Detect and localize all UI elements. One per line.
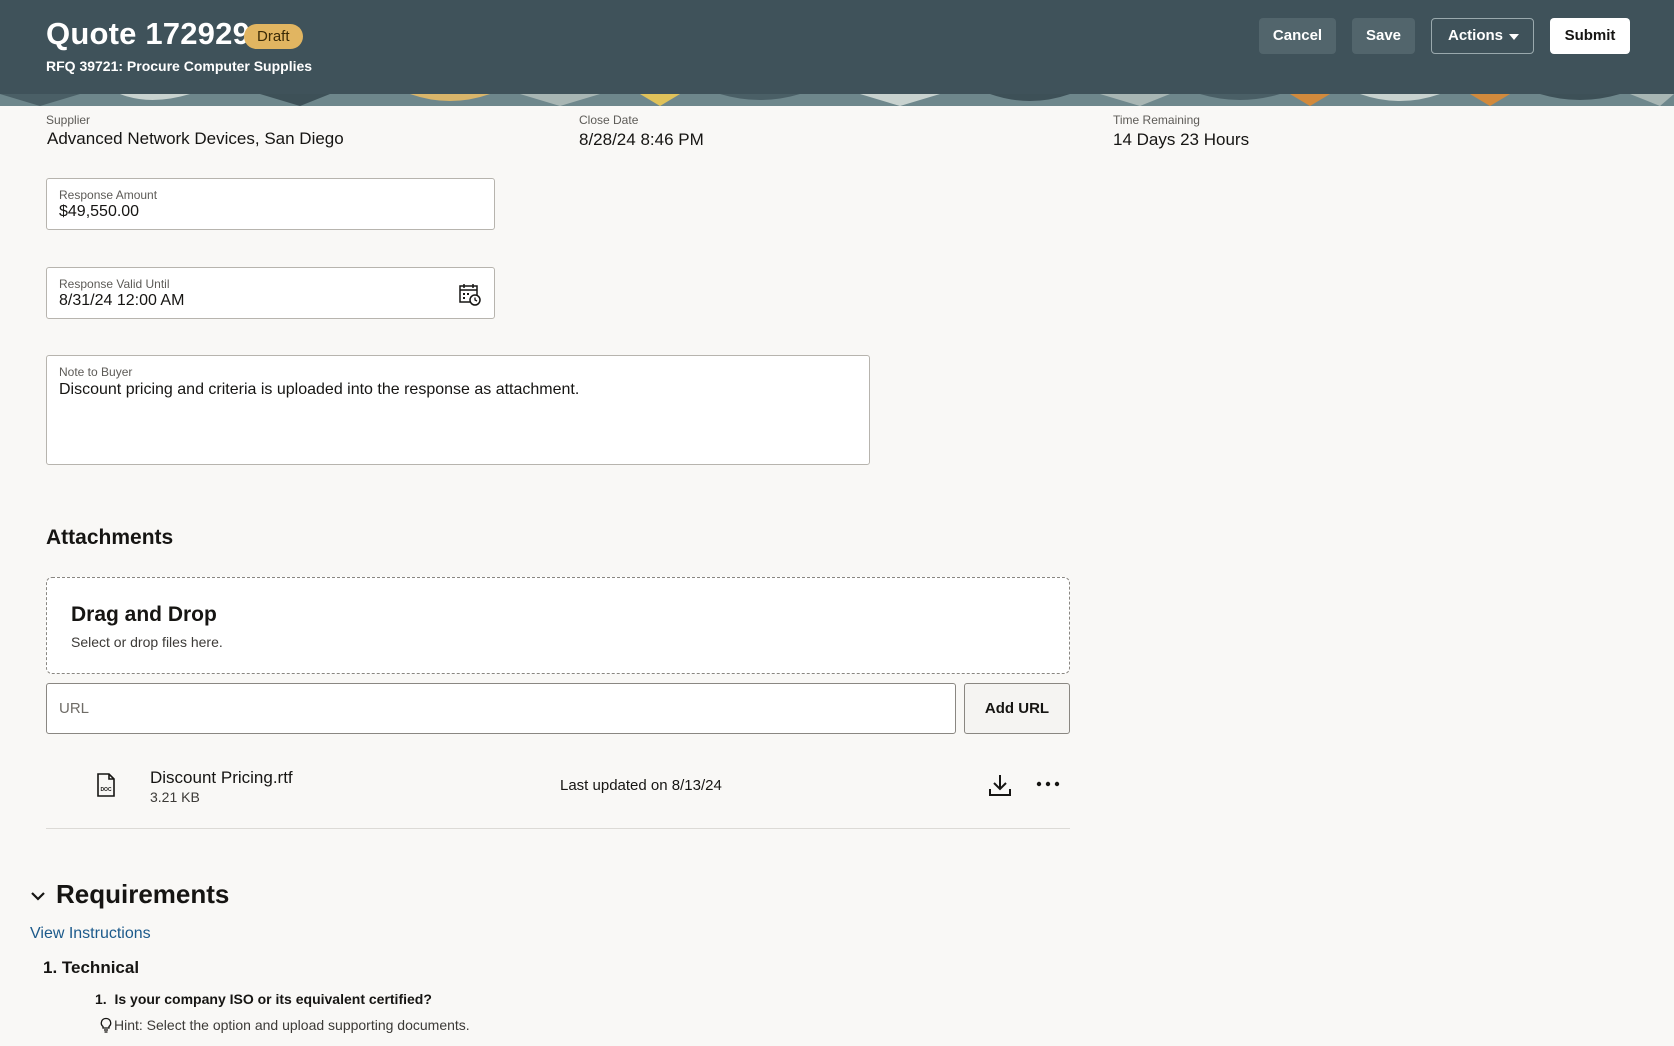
decorative-banner [0,94,1674,106]
requirements-heading: Requirements [56,879,230,909]
attachment-updated: Last updated on 8/13/24 [560,777,722,794]
page-subtitle: RFQ 39721: Procure Computer Supplies [46,58,313,74]
url-input[interactable] [46,683,956,734]
actions-menu-button[interactable]: Actions [1431,18,1534,54]
dropzone-subtitle: Select or drop files here. [71,634,223,650]
requirement-question: 1. Is your company ISO or its equivalent… [95,991,432,1007]
attachment-size: 3.21 KB [150,789,200,805]
chevron-down-icon [1509,34,1519,40]
add-url-button[interactable]: Add URL [964,683,1070,734]
response-valid-until-field[interactable]: Response Valid Until 8/31/24 12:00 AM [46,267,495,319]
close-date-label: Close Date [579,113,639,127]
supplier-value: Advanced Network Devices, San Diego [47,129,344,148]
question-number: 1. [95,991,107,1007]
attachment-name[interactable]: Discount Pricing.rtf [150,768,293,788]
response-amount-label: Response Amount [59,188,158,202]
attachments-heading: Attachments [46,526,174,549]
supplier-label: Supplier [46,113,91,127]
page-title: Quote 172929 [46,16,251,51]
lightbulb-icon [100,1017,112,1033]
question-text: Is your company ISO or its equivalent ce… [114,991,432,1007]
actions-label: Actions [1448,27,1504,44]
valid-until-value: 8/31/24 12:00 AM [59,292,185,309]
doc-file-icon: DOC [97,773,115,797]
view-instructions-link[interactable]: View Instructions [30,925,151,943]
requirement-section-title: 1. Technical [43,958,140,977]
response-amount-field[interactable]: Response Amount $49,550.00 [46,178,495,230]
note-label: Note to Buyer [59,365,133,379]
submit-button[interactable]: Submit [1550,18,1630,54]
download-icon[interactable] [988,772,1012,798]
status-badge: Draft [244,24,303,49]
note-value: Discount pricing and criteria is uploade… [59,381,580,398]
save-button[interactable]: Save [1352,18,1415,54]
more-options-icon[interactable] [1036,774,1060,794]
calendar-clock-icon[interactable] [458,282,482,306]
file-dropzone[interactable]: Drag and Drop Select or drop files here. [46,577,1070,674]
close-date-value: 8/28/24 8:46 PM [579,130,704,149]
valid-until-label: Response Valid Until [59,277,170,291]
note-to-buyer-field[interactable]: Note to Buyer Discount pricing and crite… [46,355,870,465]
time-remaining-value: 14 Days 23 Hours [1113,130,1250,149]
svg-text:DOC: DOC [100,787,112,793]
attachment-row: DOC Discount Pricing.rtf 3.21 KB Last up… [46,750,1070,829]
question-hint: Hint: Select the option and upload suppo… [114,1017,470,1033]
collapse-chevron-icon[interactable] [29,887,47,905]
dropzone-title: Drag and Drop [71,603,217,626]
cancel-button[interactable]: Cancel [1259,18,1336,54]
response-amount-value: $49,550.00 [59,203,140,220]
time-remaining-label: Time Remaining [1113,113,1200,127]
page-header: Quote 172929 Draft RFQ 39721: Procure Co… [0,0,1674,94]
